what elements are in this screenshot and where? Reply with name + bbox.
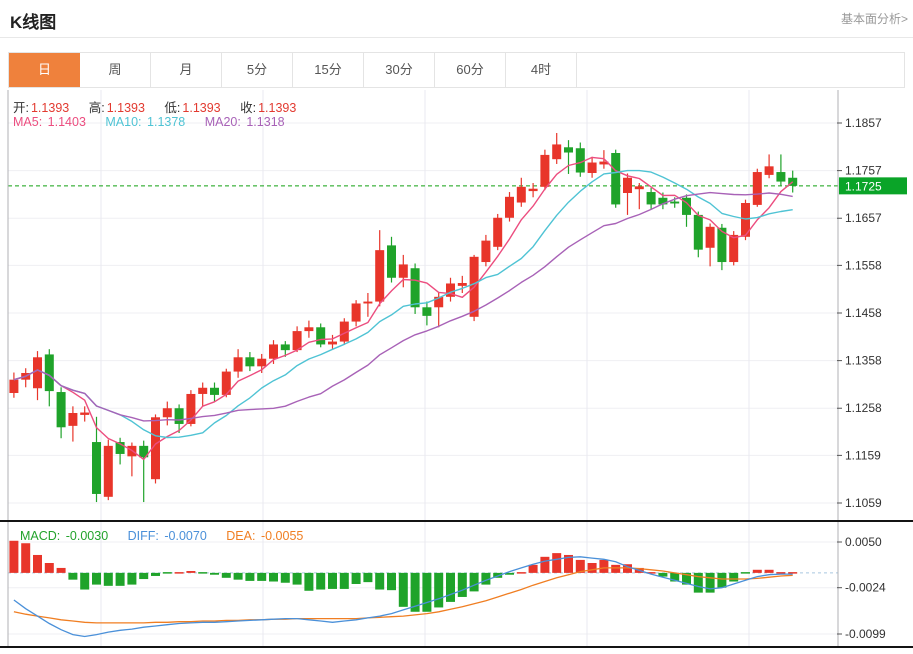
current-price-tag: 1.1725 xyxy=(839,177,907,194)
y-axis-label: 1.1757 xyxy=(845,164,882,178)
ma10-line xyxy=(14,171,793,438)
candles-layer xyxy=(9,133,797,502)
diff-value: -0.0070 xyxy=(164,529,206,543)
y-axis-label: 1.1258 xyxy=(845,401,882,415)
ma-legend: MA5: 1.1403 MA10: 1.1378 MA20: 1.1318 xyxy=(13,115,301,129)
current-price-tag-label: 1.1725 xyxy=(845,179,882,193)
ma20-label: MA20: xyxy=(205,115,241,129)
open-label: 开: xyxy=(13,101,29,115)
macd-axis-label: -0.0024 xyxy=(845,581,886,595)
macd-value: -0.0030 xyxy=(66,529,108,543)
close-value: 1.1393 xyxy=(258,101,296,115)
macd-label: MACD: xyxy=(20,529,60,543)
ma10-value: 1.1378 xyxy=(147,115,185,129)
y-axis-label: 1.1059 xyxy=(845,496,882,510)
grid-layer xyxy=(8,90,838,647)
y-axis-label: 1.1558 xyxy=(845,258,882,272)
low-label: 低: xyxy=(164,101,180,115)
y-axis-label: 1.1857 xyxy=(845,116,882,130)
y-axis-label: 1.1458 xyxy=(845,306,882,320)
dea-value: -0.0055 xyxy=(261,529,303,543)
close-label: 收: xyxy=(240,101,256,115)
diff-label: DIFF: xyxy=(128,529,159,543)
ma5-value: 1.1403 xyxy=(48,115,86,129)
macd-axis-label: -0.0099 xyxy=(845,627,886,641)
low-value: 1.1393 xyxy=(182,101,220,115)
macd-layer xyxy=(9,541,797,637)
y-axis-label: 1.1657 xyxy=(845,211,882,225)
ma20-value: 1.1318 xyxy=(246,115,284,129)
ma5-label: MA5: xyxy=(13,115,42,129)
y-axis-label: 1.1358 xyxy=(845,354,882,368)
y-axis-label: 1.1159 xyxy=(845,448,881,462)
macd-legend: MACD: -0.0030 DIFF: -0.0070 DEA: -0.0055 xyxy=(20,529,319,543)
open-value: 1.1393 xyxy=(31,101,69,115)
macd-axis-label: 0.0050 xyxy=(845,535,882,549)
kline-page: K线图 基本面分析> 日周月5分15分30分60分4时 1.18571.1757… xyxy=(0,0,913,654)
ma10-label: MA10: xyxy=(105,115,141,129)
high-label: 高: xyxy=(89,101,105,115)
ohlc-legend: 开:1.1393 高:1.1393 低:1.1393 收:1.1393 xyxy=(13,97,312,116)
high-value: 1.1393 xyxy=(107,101,145,115)
dea-label: DEA: xyxy=(226,529,255,543)
